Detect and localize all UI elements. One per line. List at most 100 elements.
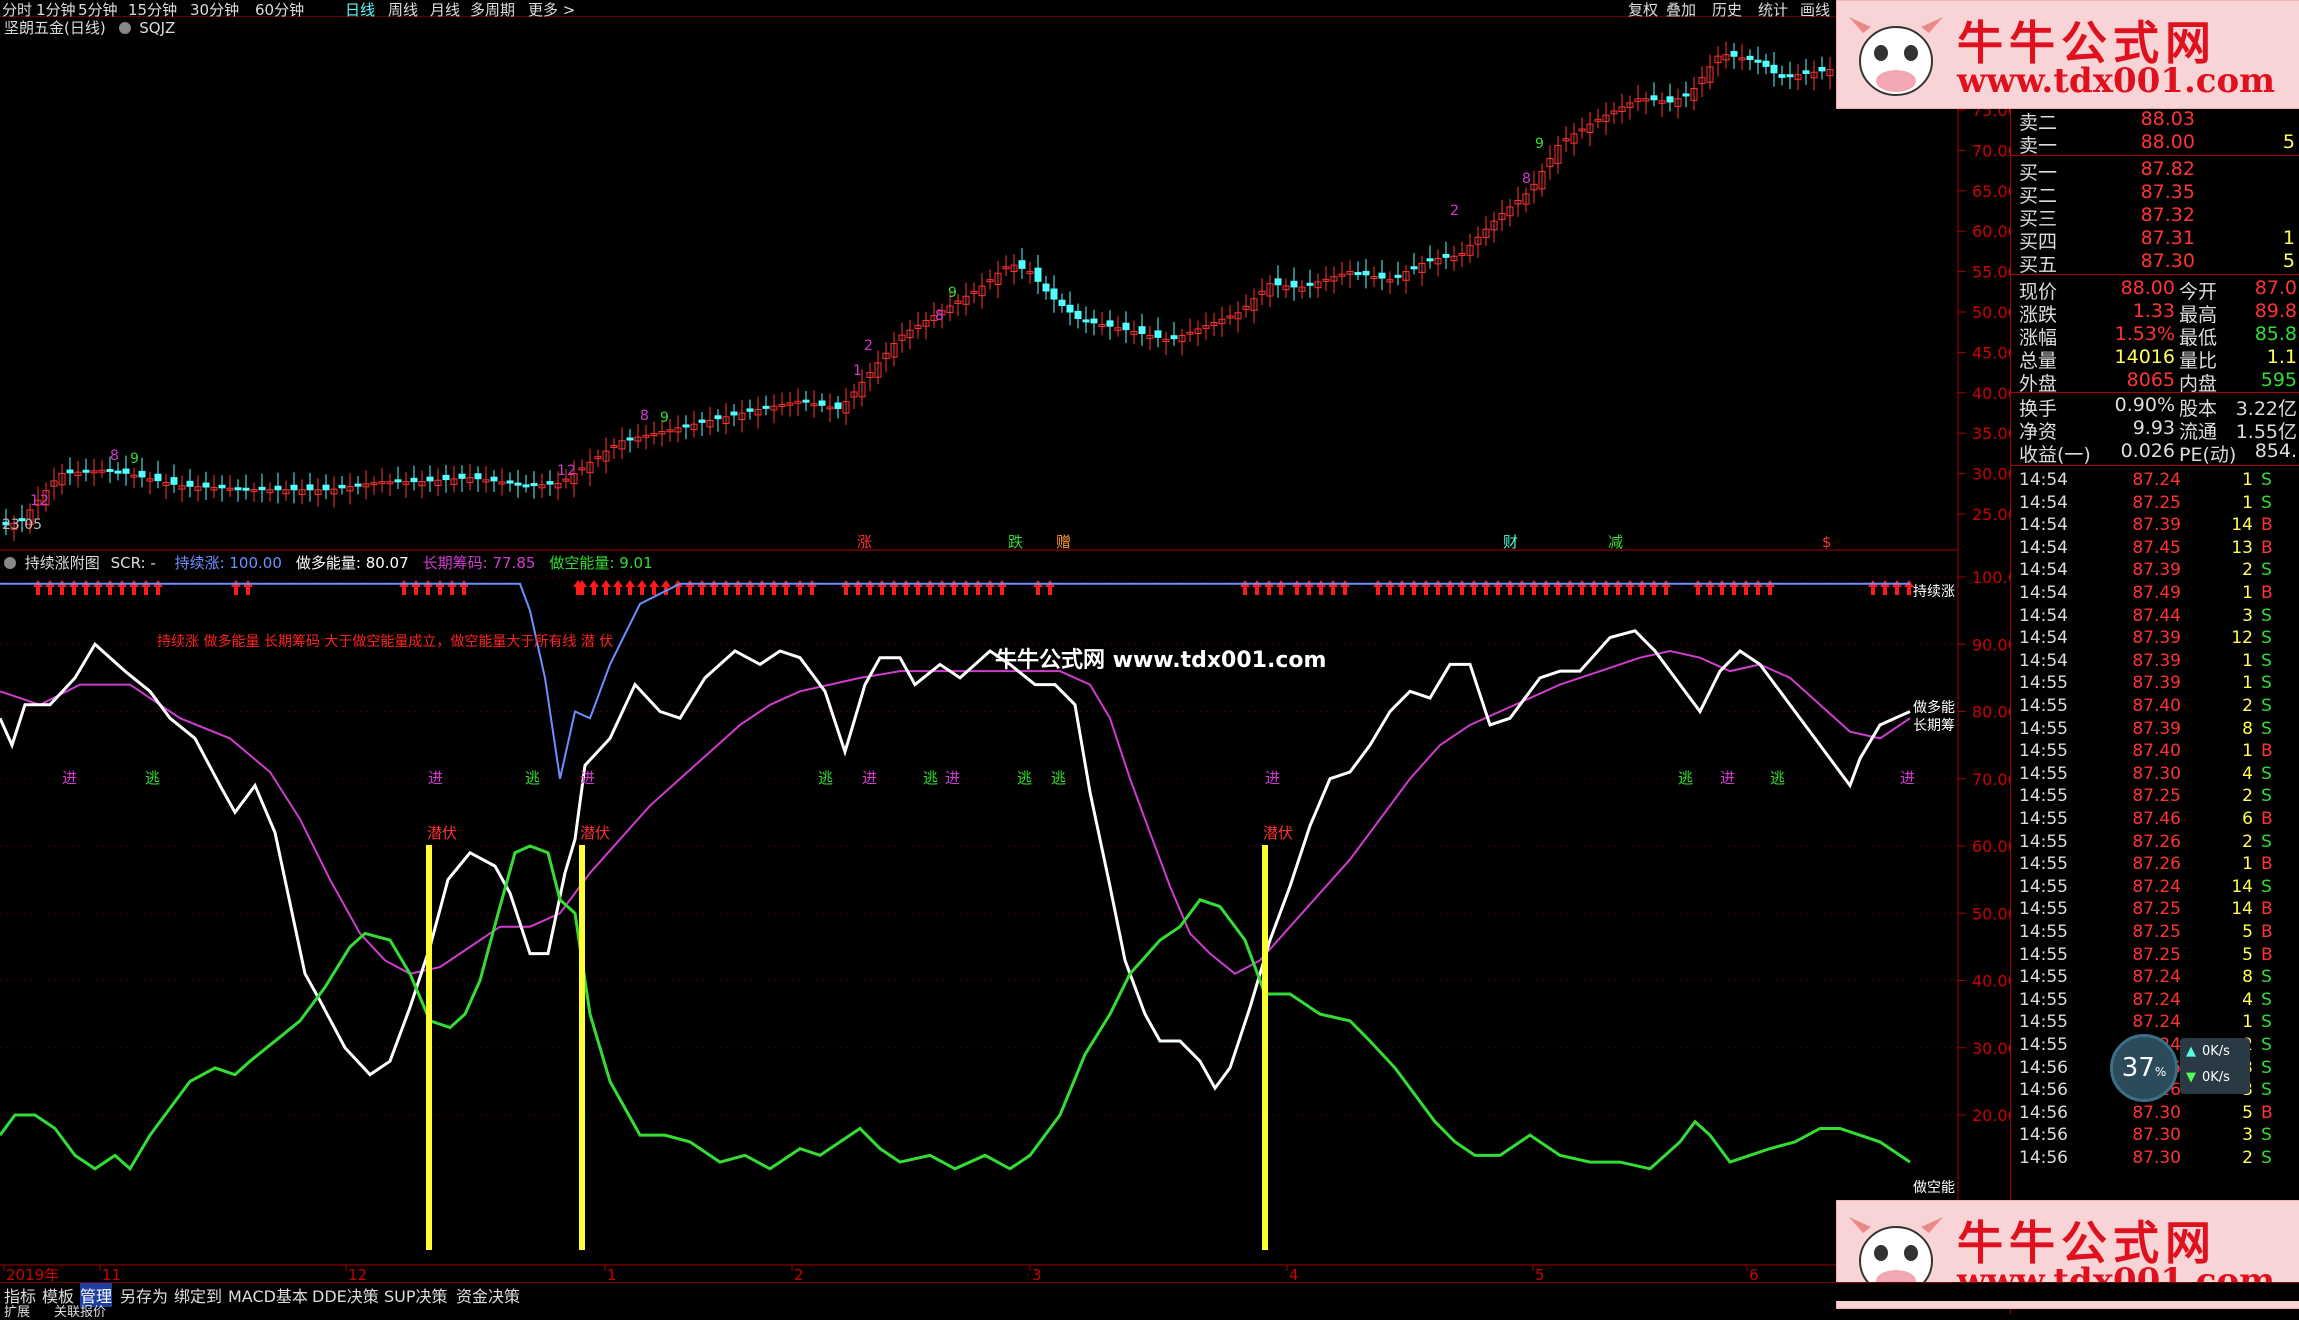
indicator-name[interactable]: 持续涨附图 [25, 554, 100, 572]
tick-time: 14:54 [2019, 537, 2068, 558]
candle-body [1354, 272, 1362, 276]
rise-arrow-icon [589, 580, 599, 595]
ambush-label: 潜伏 [427, 824, 457, 842]
tick-price: 87.26 [2132, 854, 2181, 875]
candle-body [546, 481, 554, 485]
ind-tick-label: 30.00 [1972, 1039, 2010, 1058]
stat-label: PE(动) [2179, 444, 2237, 466]
rise-arrow-icon [1753, 580, 1763, 595]
series-end-label: 做多能 [1913, 699, 1955, 716]
tick-side: S [2261, 696, 2272, 716]
candle-body [202, 482, 210, 488]
rise-arrow-icon [69, 580, 79, 595]
tick-price: 87.45 [2132, 537, 2181, 558]
tick-volume: 8 [2242, 718, 2253, 739]
stat-value: 595 [2260, 369, 2297, 391]
network-gauge[interactable]: 37% [2110, 1034, 2178, 1102]
candle-body [1394, 274, 1402, 278]
tick-time: 14:55 [2019, 899, 2068, 920]
indicator-dot-icon [118, 22, 131, 34]
tick-time: 14:56 [2019, 1148, 2068, 1168]
tick-time: 14:54 [2019, 605, 2068, 626]
signal-tao: 逃 [525, 769, 540, 787]
bottom-tab-5[interactable]: MACD基本 [228, 1283, 308, 1307]
price-tick-label: 70.00 [1972, 141, 2010, 160]
event-label: 涨 [857, 533, 872, 551]
tick-side: S [2261, 605, 2272, 626]
ind-tick-label: 40.00 [1972, 972, 2010, 991]
bottom-tab-4[interactable]: 绑定到 [174, 1283, 222, 1307]
tick-time: 14:55 [2019, 1035, 2068, 1055]
tick-row: 14:55 87.24 14 S [2011, 877, 2299, 899]
tick-row: 14:55 87.26 1 B [2011, 854, 2299, 876]
bottom-tab-6[interactable]: DDE决策 [312, 1283, 379, 1307]
scr-label: SCR: - [110, 554, 156, 572]
candle-body [338, 484, 346, 489]
candle-body [1290, 280, 1298, 288]
tick-time: 14:56 [2019, 1080, 2068, 1101]
rise-arrow-icon [1240, 580, 1250, 595]
bottom-tab-7[interactable]: SUP决策 [384, 1283, 448, 1307]
candle-count-label: 2 [864, 338, 873, 354]
rise-arrow-icon [1316, 580, 1326, 595]
tick-row: 14:54 87.39 14 B [2011, 515, 2299, 537]
tick-price: 87.24 [2132, 967, 2181, 988]
tick-price: 87.24 [2132, 1012, 2181, 1033]
persistent-rise-line [0, 582, 1910, 779]
candle-body [458, 473, 466, 479]
rise-arrow-icon [613, 580, 623, 595]
candle-body [1442, 253, 1450, 258]
bottom-extend[interactable]: 扩展 关联报价 [4, 1301, 106, 1320]
rise-arrow-icon [1892, 580, 1902, 595]
tick-volume: 1 [2242, 492, 2253, 513]
tick-price: 87.39 [2132, 673, 2181, 694]
rise-arrow-icon [1328, 580, 1338, 595]
price-tick-label: 55.00 [1972, 263, 2010, 282]
tick-price: 87.25 [2132, 922, 2181, 942]
tick-volume: 2 [2242, 696, 2253, 716]
time-axis: 2019年 11 12 1 2 3 4 5 6 [3, 1265, 1759, 1282]
ind-tick-label: 100.0 [1972, 568, 2010, 587]
rise-arrow-icon [1613, 580, 1623, 595]
price-tick-label: 30.00 [1972, 465, 2010, 484]
candle-body [1066, 304, 1074, 313]
price-tick-label: 35.00 [1972, 424, 2010, 443]
price-tick-label: 25.00 [1972, 505, 2010, 524]
bottom-tab-8[interactable]: 资金决策 [456, 1283, 520, 1307]
ambush-bar [426, 845, 432, 1250]
tick-side: S [2261, 831, 2272, 852]
bottom-tab-3[interactable]: 另存为 [120, 1283, 168, 1307]
tick-volume: 5 [2242, 1102, 2253, 1123]
rise-arrow-icon [769, 580, 779, 595]
rise-arrow-icon [1529, 580, 1539, 595]
candle-body [506, 480, 514, 484]
rise-arrow-icon [57, 580, 67, 595]
indicator-grid [0, 576, 1958, 1116]
tick-row: 14:55 87.40 1 B [2011, 741, 2299, 763]
indicator-dot-icon [4, 557, 16, 569]
stat-value: 85.8 [2254, 323, 2297, 345]
time-tick-label: 12 [348, 1266, 367, 1282]
signal-jin: 进 [428, 769, 443, 787]
candle-body [1170, 335, 1178, 340]
signal-tao: 逃 [1770, 769, 1785, 787]
rise-arrow-icon [141, 580, 151, 595]
legend-item-1: 做多能量: 80.07 [295, 554, 409, 572]
stat-value: 14016 [2114, 346, 2175, 368]
event-label: 跌 [1008, 533, 1023, 551]
tick-row: 14:54 87.39 1 S [2011, 651, 2299, 673]
rise-arrow-icon [1649, 580, 1659, 595]
rise-arrow-icon [105, 580, 115, 595]
ind-tick-label: 50.00 [1972, 904, 2010, 923]
candle-body [426, 476, 434, 482]
tick-side: S [2261, 967, 2272, 988]
tick-time: 14:55 [2019, 1012, 2068, 1033]
rise-arrow-icon [781, 580, 791, 595]
candle-body [114, 470, 122, 474]
time-tick-label: 3 [1032, 1266, 1042, 1282]
tick-time: 14:55 [2019, 696, 2068, 716]
tick-volume: 2 [2242, 786, 2253, 807]
main-indicator-name[interactable]: SQJZ [139, 19, 175, 37]
tick-time: 14:55 [2019, 741, 2068, 762]
candle-body [626, 437, 634, 441]
